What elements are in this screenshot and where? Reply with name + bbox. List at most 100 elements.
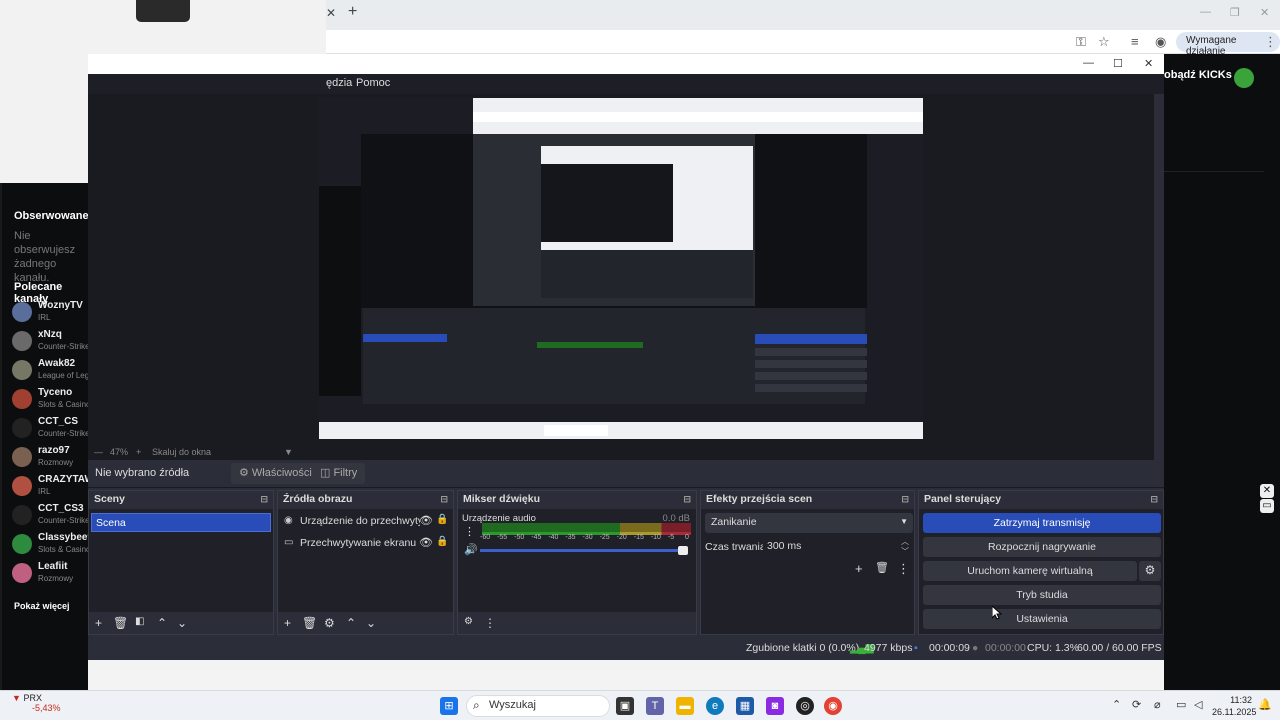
add-icon[interactable]: +: [95, 616, 102, 630]
file-explorer-icon[interactable]: ▬: [676, 697, 694, 715]
trash-icon[interactable]: 🗑: [302, 616, 317, 630]
channel-item[interactable]: Leafiit Rozmowy: [12, 559, 90, 587]
close-icon[interactable]: ✕: [1144, 57, 1153, 70]
eye-icon[interactable]: 👁: [419, 514, 433, 527]
filter-icon[interactable]: ◧: [135, 616, 144, 627]
channel-item[interactable]: CCT_CS Counter-Strike: [12, 414, 90, 442]
add-icon[interactable]: +: [855, 561, 863, 576]
stop-stream-button[interactable]: Zatrzymaj transmisję: [923, 513, 1161, 533]
fit-to-window[interactable]: Skaluj do okna: [152, 447, 211, 457]
show-more-link[interactable]: Pokaż więcej: [14, 601, 70, 611]
volume-slider[interactable]: [480, 549, 684, 552]
stream-icon: ▪: [914, 642, 918, 654]
stock-widget[interactable]: ▼ PRX -5,43%: [12, 693, 61, 713]
new-tab-icon[interactable]: +: [348, 3, 357, 21]
start-recording-button[interactable]: Rozpocznij nagrywanie: [923, 537, 1161, 557]
key-icon[interactable]: ⚿: [1076, 34, 1086, 50]
windows-start-icon[interactable]: ⊞: [440, 697, 458, 715]
channel-item[interactable]: CRAZYTAW IRL: [12, 472, 92, 500]
minimize-icon[interactable]: —: [1200, 6, 1211, 18]
close-tab-icon[interactable]: ✕: [326, 6, 336, 20]
popout-icon[interactable]: ⊟: [901, 494, 909, 505]
gear-icon[interactable]: ⚙: [1139, 561, 1161, 581]
store-icon[interactable]: ▦: [736, 697, 754, 715]
star-icon[interactable]: ☆: [1098, 34, 1110, 50]
chevron-down-icon[interactable]: ⌄: [177, 616, 187, 630]
volume-icon[interactable]: ◁: [1194, 698, 1202, 711]
chevron-up-icon[interactable]: ⌃: [1112, 698, 1121, 711]
chevron-down-icon[interactable]: ▼: [284, 447, 293, 457]
chat-icon[interactable]: ▭: [1260, 499, 1274, 513]
channel-item[interactable]: CCT_CS3 Counter-Strike: [12, 501, 90, 529]
app-icon[interactable]: ◙: [766, 697, 784, 715]
notification-icon[interactable]: 🔔: [1258, 698, 1272, 711]
popout-icon[interactable]: ⊟: [260, 494, 268, 505]
close-icon[interactable]: ✕: [1260, 6, 1269, 19]
settings-button[interactable]: Ustawienia: [923, 609, 1161, 629]
chevron-down-icon[interactable]: ⌄: [366, 616, 376, 630]
menu-icon[interactable]: ⋮: [1264, 34, 1277, 50]
gear-icon[interactable]: ⚙: [324, 616, 335, 630]
transition-select[interactable]: Zanikanie ▼: [705, 513, 913, 533]
zoom-in-button[interactable]: +: [136, 447, 141, 457]
channel-item[interactable]: Tyceno Slots & Casino: [12, 385, 90, 413]
channel-item[interactable]: Classybeef Slots & Casino: [12, 530, 91, 558]
edge-icon[interactable]: e: [706, 697, 724, 715]
minimize-icon[interactable]: —: [1083, 57, 1094, 69]
lock-icon[interactable]: 🔒: [436, 536, 448, 547]
properties-button[interactable]: ⚙ Właściwości: [231, 463, 320, 484]
clock[interactable]: 11:32 26.11.2025: [1212, 694, 1256, 718]
camera-image: [136, 0, 190, 22]
trash-icon[interactable]: 🗑: [113, 616, 128, 630]
link-icon[interactable]: ⚙: [464, 616, 473, 627]
meter-tick: -50: [514, 534, 525, 541]
menu-help[interactable]: Pomoc: [356, 77, 390, 89]
close-icon[interactable]: ✕: [1260, 484, 1274, 498]
chevron-down-icon: ▼: [900, 517, 908, 526]
task-view-icon[interactable]: ▣: [616, 697, 634, 715]
chrome-icon[interactable]: ◉: [824, 697, 842, 715]
spinner-icon[interactable]: ︿ ﹀: [901, 537, 909, 557]
popout-icon[interactable]: ⊟: [683, 494, 691, 505]
channel-item[interactable]: razo97 Rozmowy: [12, 443, 90, 471]
filters-button[interactable]: ◫ Filtry: [312, 463, 366, 484]
zoom-out-button[interactable]: —: [94, 447, 103, 457]
network-icon[interactable]: ⌀: [1154, 698, 1161, 711]
taskbar-search[interactable]: ⌕ Wyszukaj: [466, 695, 610, 717]
source-item[interactable]: ◉ Urządzenie do przechwytywania obrazu 👁…: [282, 512, 468, 532]
menu-tools[interactable]: ędzia: [326, 77, 352, 89]
channel-item[interactable]: Awak82 League of Legends: [12, 356, 92, 384]
virtual-camera-button[interactable]: Uruchom kamerę wirtualną: [923, 561, 1137, 581]
maximize-icon[interactable]: ☐: [1113, 57, 1123, 70]
lock-icon[interactable]: 🔒: [436, 514, 448, 525]
kicks-button[interactable]: obądź KICKs: [1164, 69, 1232, 81]
teams-icon[interactable]: T: [646, 697, 664, 715]
popout-icon[interactable]: ⊟: [440, 494, 448, 505]
duration-input[interactable]: 300 ms ︿ ﹀: [763, 537, 913, 557]
speaker-icon[interactable]: 🔊: [464, 543, 478, 556]
chevron-up-icon[interactable]: ⌃: [346, 616, 356, 630]
channel-item[interactable]: xNzq Counter-Strike: [12, 327, 90, 355]
profile-icon[interactable]: ◉: [1155, 34, 1166, 50]
scene-item[interactable]: Scena: [91, 513, 271, 532]
obs-icon[interactable]: ◎: [796, 697, 814, 715]
user-avatar[interactable]: [1234, 68, 1254, 88]
media-icon[interactable]: ≡: [1131, 34, 1139, 49]
more-icon[interactable]: ⋮: [897, 561, 910, 577]
display-icon[interactable]: ▭: [1176, 698, 1186, 711]
more-icon[interactable]: ⋮: [484, 616, 496, 630]
sync-icon[interactable]: ⟳: [1132, 698, 1141, 711]
chevron-up-icon[interactable]: ⌃: [157, 616, 167, 630]
channel-item[interactable]: WoznyTV IRL: [12, 298, 90, 326]
studio-mode-button[interactable]: Tryb studia: [923, 585, 1161, 605]
zoom-bar: — 47% + Skaluj do okna ▼: [88, 446, 1154, 460]
maximize-icon[interactable]: ❐: [1230, 6, 1240, 19]
trash-icon[interactable]: 🗑: [875, 561, 889, 574]
volume-handle[interactable]: [678, 546, 688, 555]
preview-area[interactable]: [88, 94, 1154, 446]
add-icon[interactable]: +: [284, 616, 291, 630]
more-icon[interactable]: ⋮: [464, 525, 475, 538]
eye-icon[interactable]: 👁: [419, 536, 433, 549]
source-item[interactable]: ▭ Przechwytywanie ekranu 👁 🔒: [282, 534, 468, 554]
popout-icon[interactable]: ⊟: [1150, 494, 1158, 505]
